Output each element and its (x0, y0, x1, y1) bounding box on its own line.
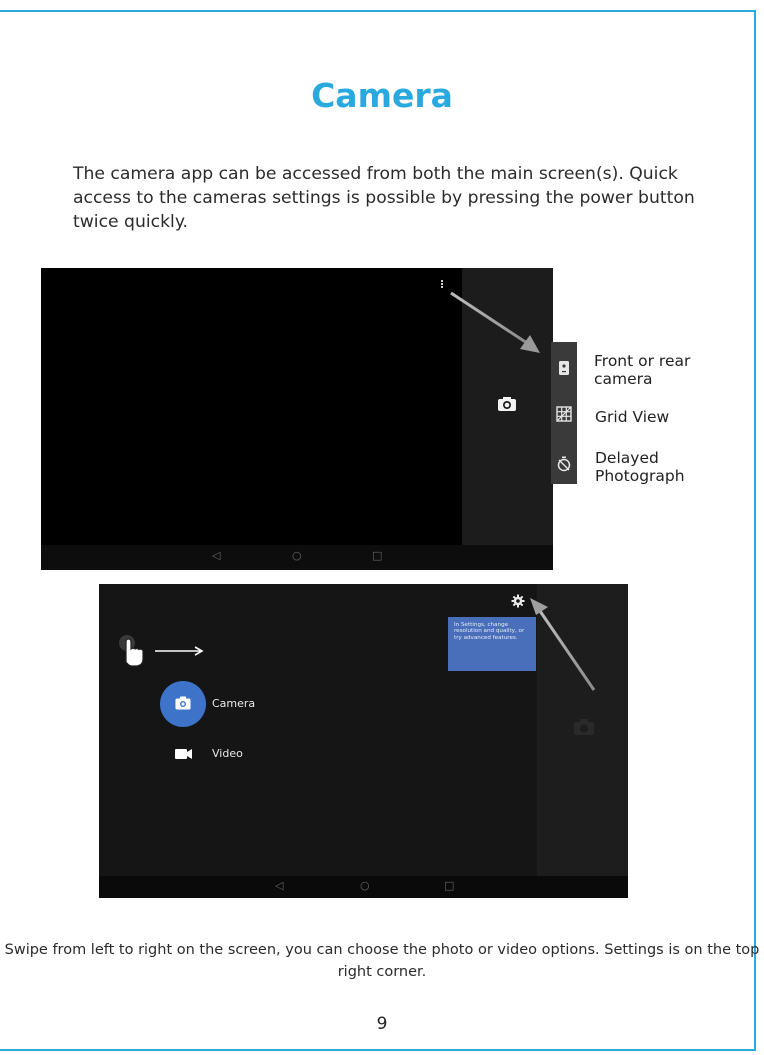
caption-text: Swipe from left to right on the screen, … (4, 942, 760, 980)
shutter-camera-icon[interactable] (497, 396, 517, 412)
navigation-bar: ◁ ○ □ (99, 876, 628, 898)
swipe-hand-icon (119, 635, 144, 667)
more-options-icon[interactable] (441, 280, 444, 289)
delayed-photograph-label: Delayed Photograph (595, 449, 685, 485)
back-nav-icon[interactable]: ◁ (275, 879, 283, 892)
camera-mode-menu-screenshot: Camera Video In Settings, change resolut… (99, 584, 628, 898)
camera-viewfinder-screenshot: ◁ ○ □ (41, 268, 553, 570)
home-nav-icon[interactable]: ○ (292, 549, 302, 562)
navigation-bar: ◁ ○ □ (41, 545, 553, 570)
shutter-camera-icon[interactable] (573, 718, 595, 736)
recents-nav-icon[interactable]: □ (372, 549, 382, 562)
camera-mode-label[interactable]: Camera (212, 697, 255, 710)
camera-side-panel (537, 584, 628, 876)
camera-side-panel (462, 268, 553, 545)
swipe-right-arrow-icon (155, 646, 204, 656)
settings-gear-icon[interactable] (511, 594, 525, 608)
camera-mode-button[interactable] (160, 681, 206, 727)
page-title: Camera (311, 76, 453, 115)
page-number: 9 (376, 1014, 388, 1034)
grid-view-icon[interactable] (555, 405, 573, 423)
grid-view-label: Grid View (595, 408, 670, 426)
switch-camera-icon[interactable] (555, 359, 573, 377)
intro-paragraph: The camera app can be accessed from both… (73, 164, 695, 232)
timer-icon[interactable] (555, 455, 573, 473)
front-rear-camera-label: Front or rear camera (594, 352, 691, 388)
home-nav-icon[interactable]: ○ (360, 879, 370, 892)
video-mode-label[interactable]: Video (212, 747, 243, 760)
recents-nav-icon[interactable]: □ (444, 879, 454, 892)
settings-tooltip: In Settings, change resolution and quali… (448, 617, 536, 671)
back-nav-icon[interactable]: ◁ (212, 549, 220, 562)
camera-icon (175, 696, 191, 710)
video-icon[interactable] (175, 748, 193, 760)
camera-options-strip (551, 342, 577, 484)
